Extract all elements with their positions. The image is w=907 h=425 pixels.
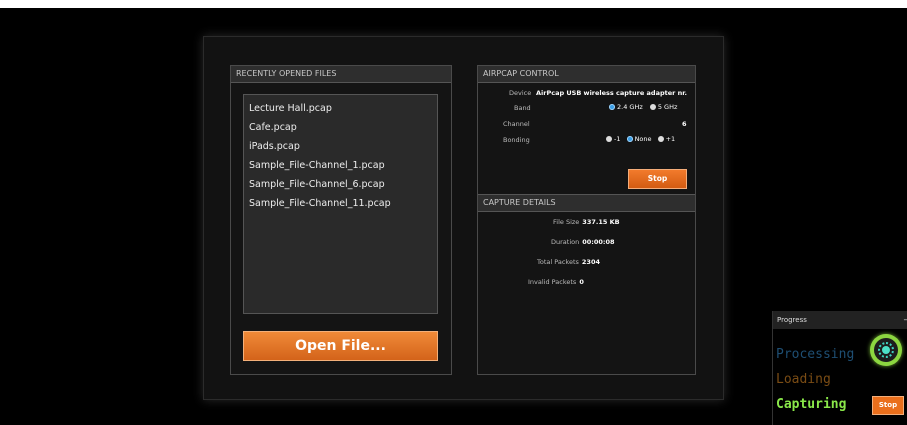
state-loading: Loading xyxy=(776,372,831,387)
band-option-5[interactable]: 5 GHz xyxy=(649,103,677,111)
channel-select[interactable]: 6 xyxy=(682,120,687,128)
total-packets-value: 2304 xyxy=(581,258,600,266)
airpcap-control-header: AIRPCAP CONTROL xyxy=(478,66,695,83)
progress-title: Progress xyxy=(777,316,807,324)
invalid-packets-row: Invalid Packets 0 xyxy=(528,278,584,286)
progress-stop-button[interactable]: Stop xyxy=(872,396,904,415)
airpcap-panel: AIRPCAP CONTROL Device AirPcap USB wirel… xyxy=(477,65,696,375)
recent-file-item[interactable]: iPads.pcap xyxy=(244,137,437,156)
spinner-icon xyxy=(870,334,902,366)
recent-files-list: Lecture Hall.pcap Cafe.pcap iPads.pcap S… xyxy=(243,94,438,314)
progress-window: Progress – Processing Loading Capturing … xyxy=(772,311,907,425)
band-label: Band xyxy=(514,104,531,112)
device-label: Device xyxy=(509,89,532,97)
state-capturing: Capturing xyxy=(776,397,847,412)
recent-file-item[interactable]: Sample_File-Channel_1.pcap xyxy=(244,156,437,175)
recent-file-item[interactable]: Lecture Hall.pcap xyxy=(244,99,437,118)
duration-value: 00:00:08 xyxy=(582,238,615,246)
band-radio-group: 2.4 GHz 5 GHz xyxy=(609,103,677,111)
capture-details-header: CAPTURE DETAILS xyxy=(478,194,695,212)
capture-stop-button[interactable]: Stop xyxy=(628,169,687,189)
recent-file-item[interactable]: Sample_File-Channel_11.pcap xyxy=(244,194,437,213)
progress-title-bar: Progress – xyxy=(773,311,907,329)
recent-file-item[interactable]: Cafe.pcap xyxy=(244,118,437,137)
device-select[interactable]: AirPcap USB wireless capture adapter nr.… xyxy=(536,89,688,97)
invalid-packets-value: 0 xyxy=(579,278,584,286)
bonding-radio-group: -1 None +1 xyxy=(606,135,675,143)
airpcap-control-body: Device AirPcap USB wireless capture adap… xyxy=(478,83,695,194)
recent-file-item[interactable]: Sample_File-Channel_6.pcap xyxy=(244,175,437,194)
minimize-icon[interactable]: – xyxy=(904,311,907,329)
duration-row: Duration 00:00:08 xyxy=(551,238,615,246)
radio-icon xyxy=(606,136,612,142)
bonding-label: Bonding xyxy=(503,136,530,144)
bonding-option-minus1[interactable]: -1 xyxy=(606,135,620,143)
recent-files-header: RECENTLY OPENED FILES xyxy=(231,66,451,83)
radio-selected-icon xyxy=(609,104,615,110)
recent-files-panel: RECENTLY OPENED FILES Lecture Hall.pcap … xyxy=(230,65,452,375)
state-processing: Processing xyxy=(776,347,855,362)
total-packets-row: Total Packets 2304 xyxy=(537,258,600,266)
bonding-option-plus1[interactable]: +1 xyxy=(657,135,675,143)
bonding-option-none[interactable]: None xyxy=(626,135,652,143)
radio-icon xyxy=(649,104,656,110)
radio-selected-icon xyxy=(626,136,633,142)
file-size-value: 337.15 KB xyxy=(582,218,620,226)
channel-label: Channel xyxy=(503,120,530,128)
file-size-row: File Size 337.15 KB xyxy=(553,218,620,226)
radio-icon xyxy=(657,136,664,142)
band-option-2-4[interactable]: 2.4 GHz xyxy=(609,103,643,111)
top-strip xyxy=(0,0,907,8)
open-file-button[interactable]: Open File... xyxy=(243,331,438,361)
